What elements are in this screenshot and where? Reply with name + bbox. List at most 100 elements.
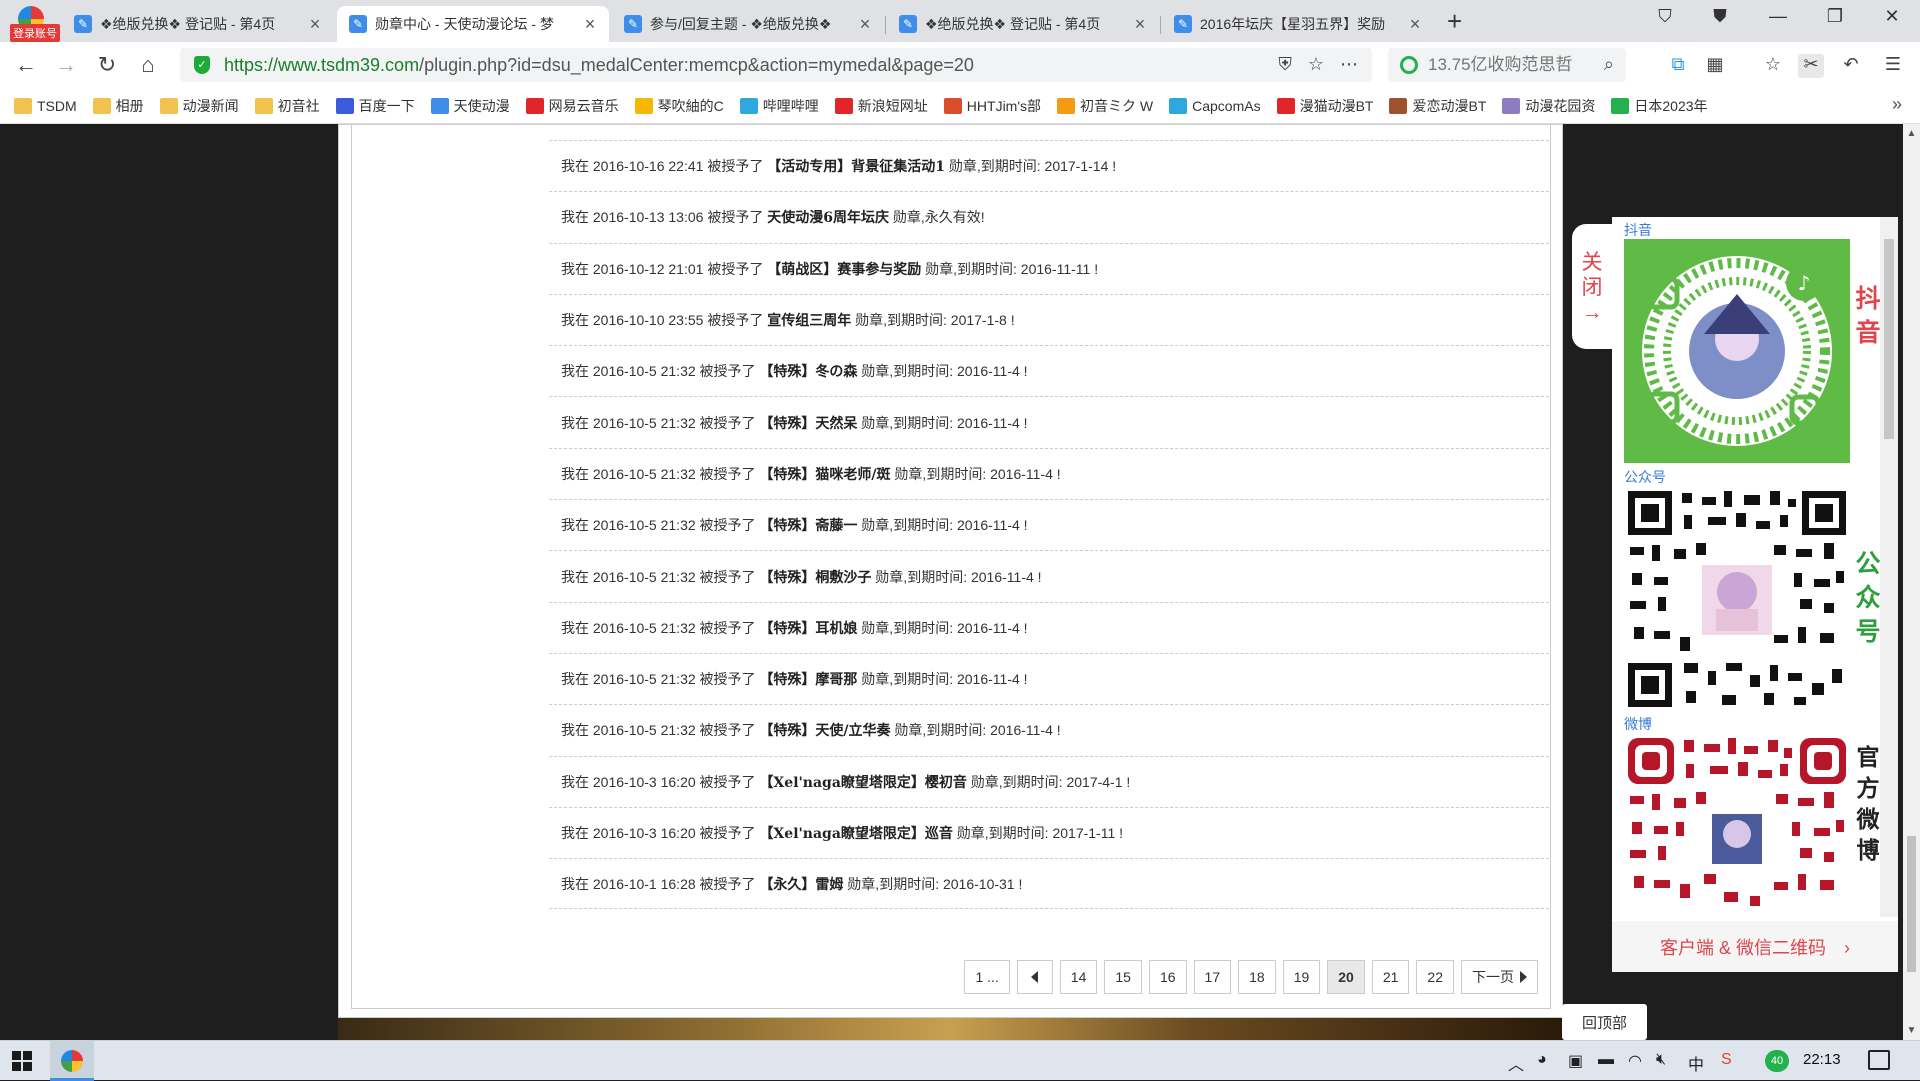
translate-icon[interactable]: ⧉ (1665, 54, 1691, 78)
url-text[interactable]: https://www.tsdm39.com/plugin.php?id=dsu… (224, 55, 974, 76)
page-link[interactable]: 17 (1193, 960, 1232, 994)
bookmark-item[interactable]: 百度一下 (335, 96, 415, 116)
page-link[interactable]: 22 (1416, 960, 1454, 994)
tab-title: 参与/回复主题 - ❖绝版兑换❖ (650, 16, 832, 32)
bookmark-item[interactable]: 动漫新闻 (159, 96, 239, 116)
shield-icon[interactable]: ⛉ (1645, 6, 1685, 27)
page-current[interactable]: 20 (1327, 960, 1365, 994)
page-first-link[interactable]: 1 ... (964, 960, 1010, 994)
medal-center-panel: 我在 2016-10-16 22:41 被授予了 【活动专用】背景征集活动1 勋… (338, 124, 1563, 1018)
adblock-icon[interactable]: ⛨ (1278, 54, 1292, 75)
address-bar[interactable]: ✓ https://www.tsdm39.com/plugin.php?id=d… (180, 48, 1372, 82)
close-sidebar-button[interactable]: 关闭 → (1572, 224, 1612, 349)
bookmark-item[interactable]: 新浪短网址 (834, 96, 928, 116)
page-scrollbar[interactable]: ▲ ▼ (1903, 124, 1920, 1040)
back-button[interactable]: ← (12, 52, 40, 78)
page-scrollbar-thumb[interactable] (1907, 836, 1916, 972)
bookmark-item[interactable]: 动漫花园资 (1502, 96, 1595, 116)
ime-icon[interactable]: 中 (1688, 1051, 1704, 1075)
bookmark-item[interactable]: 网易云音乐 (525, 96, 619, 116)
medal-expiry-text: 勋章,到期时间: 2016-11-4 ! (890, 465, 1061, 482)
medal-name: 【特殊】耳机娘 (759, 620, 858, 637)
bookmark-star-icon[interactable]: ☆ (1308, 54, 1324, 75)
back-to-top-button[interactable]: 回顶部 (1562, 1004, 1647, 1040)
page-link[interactable]: 16 (1148, 960, 1187, 994)
douyin-qr-code[interactable]: ♪ (1624, 239, 1850, 463)
shirt-icon[interactable]: ⛊ (1700, 6, 1740, 27)
page-link[interactable]: 21 (1371, 960, 1410, 994)
bookmark-item[interactable]: 爱恋动漫BT (1389, 96, 1486, 116)
bookmark-label: 琴吹紬的C (657, 97, 724, 114)
bookmark-item[interactable]: 天使动漫 (430, 96, 510, 116)
tray-chevron-icon[interactable]: ︿ (1508, 1051, 1524, 1075)
client-qr-footer-link[interactable]: 客户端 & 微信二维码 › (1612, 921, 1898, 972)
bookmark-item[interactable]: 漫猫动漫BT (1276, 96, 1373, 116)
menu-icon[interactable]: ☰ (1880, 54, 1906, 78)
bookmark-item[interactable]: 日本2023年 (1611, 96, 1708, 116)
taskbar-browser-app[interactable] (50, 1041, 94, 1081)
browser-tab[interactable]: ✎ 勋章中心 - 天使动漫论坛 - 梦 × (337, 6, 609, 42)
search-icon[interactable]: ⌕ (1604, 54, 1614, 75)
apps-grid-icon[interactable]: ▦ (1702, 54, 1728, 78)
browser-tab[interactable]: ✎ ❖绝版兑换❖ 登记贴 - 第4页 × (62, 6, 334, 42)
more-icon[interactable]: ⋯ (1340, 54, 1358, 75)
tray-network-monitor-icon[interactable]: ▣ (1568, 1051, 1583, 1071)
tab-close-icon[interactable]: × (856, 14, 874, 35)
reload-button[interactable]: ↻ (93, 52, 121, 78)
tab-close-icon[interactable]: × (581, 14, 599, 35)
medal-date-text: 我在 2016-10-13 13:06 被授予了 (561, 209, 768, 226)
favorites-icon[interactable]: ☆ (1760, 54, 1786, 78)
medal-expiry-text: 勋章,永久有效! (888, 209, 985, 226)
forward-button[interactable]: → (52, 52, 80, 78)
tray-security-badge[interactable]: 40 (1765, 1050, 1789, 1072)
medal-date-text: 我在 2016-10-3 16:20 被授予了 (561, 825, 760, 841)
bookmark-item[interactable]: 初音ミク W (1057, 96, 1153, 116)
scissors-icon[interactable]: ✂ (1798, 54, 1824, 78)
page-link[interactable]: 19 (1282, 960, 1321, 994)
bookmark-item[interactable]: 初音社 (254, 96, 320, 116)
taskbar-clock[interactable]: 22:13 (1803, 1051, 1841, 1068)
scroll-up-arrow-icon[interactable]: ▲ (1903, 128, 1920, 139)
wechat-qr-code[interactable] (1624, 487, 1850, 711)
browser-tab[interactable]: ✎ 2016年坛庆【星羽五界】奖励 × (1162, 6, 1434, 42)
browser-toolbar: ← → ↻ ⌂ ✓ https://www.tsdm39.com/plugin.… (0, 42, 1920, 88)
page-link[interactable]: 18 (1238, 960, 1276, 994)
tab-close-icon[interactable]: × (1406, 14, 1424, 35)
bookmarks-overflow-icon[interactable]: » (1892, 94, 1902, 115)
bookmark-item[interactable]: HHTJim's部 (943, 96, 1041, 116)
new-tab-button[interactable]: + (1447, 6, 1462, 37)
close-window-button[interactable]: ✕ (1872, 6, 1912, 27)
page-next-button[interactable]: 下一页 (1461, 960, 1538, 994)
scroll-down-arrow-icon[interactable]: ▼ (1903, 1025, 1920, 1036)
login-account-badge[interactable]: 登录账号 (10, 24, 60, 42)
tab-close-icon[interactable]: × (1131, 14, 1149, 35)
minimize-button[interactable]: — (1758, 6, 1798, 27)
bookmark-item[interactable]: 琴吹紬的C (634, 96, 724, 116)
weibo-qr-code[interactable] (1624, 734, 1850, 909)
tab-close-icon[interactable]: × (306, 14, 324, 35)
qr-panel-scrollbar[interactable] (1880, 217, 1898, 917)
qr-scrollbar-thumb[interactable] (1884, 239, 1894, 439)
bookmark-item[interactable]: CapcomAs (1169, 96, 1261, 116)
bookmark-item[interactable]: TSDM (14, 96, 77, 116)
browser-tab[interactable]: ✎ 参与/回复主题 - ❖绝版兑换❖ × (612, 6, 884, 42)
page-prev-button[interactable] (1016, 960, 1053, 994)
search-box[interactable]: ⌕ (1388, 48, 1626, 82)
browser-tab[interactable]: ✎ ❖绝版兑换❖ 登记贴 - 第4页 × (887, 6, 1159, 42)
start-button[interactable] (12, 1051, 32, 1071)
battery-icon[interactable]: ▬ (1598, 1051, 1614, 1069)
notification-center-icon[interactable] (1868, 1050, 1890, 1070)
search-input[interactable] (1428, 55, 1588, 75)
tray-qq-icon[interactable]: ◕ (1537, 1051, 1547, 1069)
restore-button[interactable]: ❐ (1815, 6, 1855, 27)
browser-logo[interactable]: 登录账号 (10, 6, 60, 42)
page-link[interactable]: 15 (1104, 960, 1142, 994)
bookmark-item[interactable]: 相册 (92, 96, 144, 116)
page-link[interactable]: 14 (1059, 960, 1098, 994)
tray-s-icon[interactable]: S (1721, 1051, 1732, 1069)
volume-muted-icon[interactable]: 🔇︎ (1656, 1051, 1666, 1069)
home-button[interactable]: ⌂ (134, 52, 162, 78)
undo-icon[interactable]: ↶ (1838, 54, 1864, 78)
bookmark-item[interactable]: 哔哩哔哩 (739, 96, 819, 116)
wifi-icon[interactable]: ◠ (1628, 1051, 1642, 1071)
